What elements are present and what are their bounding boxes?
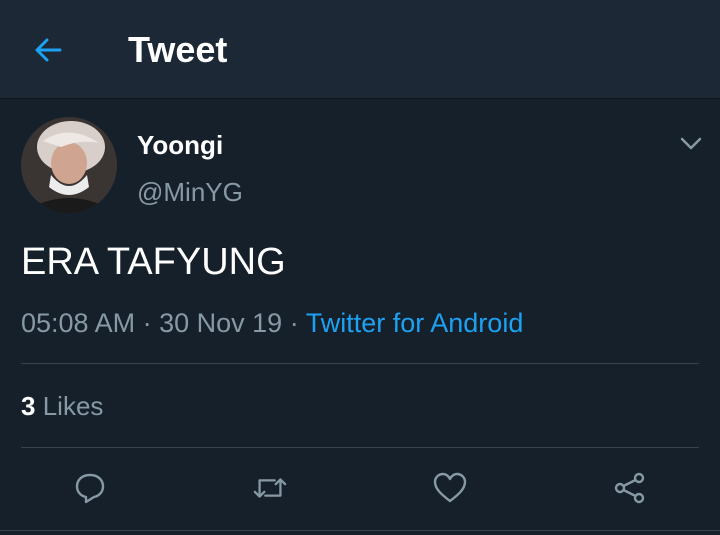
tweet-date: 30 Nov 19 — [159, 308, 283, 338]
reply-icon — [75, 473, 105, 504]
display-name[interactable]: Yoongi — [137, 129, 223, 161]
tweet-source-link[interactable]: Twitter for Android — [306, 308, 524, 338]
retweet-icon — [253, 478, 287, 498]
more-options-button[interactable] — [678, 130, 704, 156]
likes-label: Likes — [42, 391, 104, 421]
top-app-bar: Tweet — [0, 0, 720, 99]
page-title: Tweet — [128, 29, 228, 70]
meta-separator: · — [289, 308, 299, 338]
tweet-text: ERA TAFYUNG — [21, 241, 286, 283]
divider — [21, 447, 699, 448]
back-arrow-icon — [35, 38, 62, 62]
share-icon — [614, 472, 645, 504]
chevron-down-icon — [680, 137, 702, 150]
meta-separator: · — [142, 308, 152, 338]
avatar[interactable] — [21, 117, 117, 213]
divider — [0, 530, 720, 531]
tweet-time: 05:08 AM — [21, 308, 136, 338]
like-button[interactable] — [432, 470, 468, 506]
heart-icon — [433, 472, 467, 503]
user-handle[interactable]: @MinYG — [137, 176, 243, 208]
divider — [21, 363, 699, 364]
tweet-meta: 05:08 AM · 30 Nov 19 · Twitter for Andro… — [21, 306, 523, 340]
likes-stat[interactable]: 3 Likes — [21, 390, 103, 422]
retweet-button[interactable] — [252, 470, 288, 506]
reply-button[interactable] — [72, 470, 108, 506]
likes-count: 3 — [21, 391, 36, 421]
share-button[interactable] — [612, 470, 648, 506]
back-button[interactable] — [30, 32, 66, 68]
